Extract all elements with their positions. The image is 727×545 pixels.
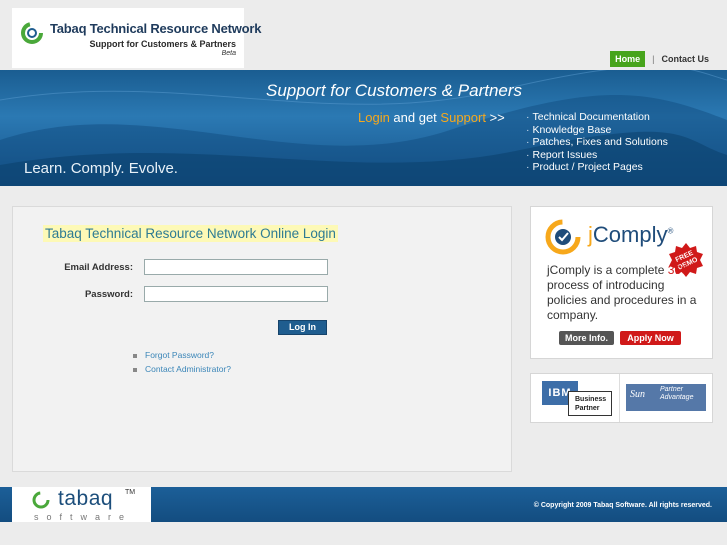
sun-line-1: Partner: [660, 386, 683, 393]
partner-divider: [619, 374, 620, 422]
ring-logo-icon: [21, 22, 43, 44]
footer-logo[interactable]: tabaq TM software: [12, 487, 151, 523]
top-nav: Home | Contact Us: [610, 51, 709, 67]
password-label: Password:: [84, 289, 133, 300]
tabaq-ring-icon: [32, 491, 50, 509]
email-label: Email Address:: [64, 262, 133, 273]
jcomply-ad: jComply® FREE DEMO jComply is a complete…: [530, 206, 713, 359]
apply-now-button[interactable]: Apply Now: [620, 331, 681, 345]
page: Tabaq Technical Resource Network Support…: [0, 0, 727, 545]
sun-logo-text: Sun: [630, 389, 645, 400]
banner-link[interactable]: Knowledge Base: [526, 124, 668, 137]
nav-home-link[interactable]: Home: [610, 51, 646, 67]
cta-support-link[interactable]: Support: [440, 110, 486, 125]
login-title: Tabaq Technical Resource Network Online …: [43, 225, 338, 242]
sun-line-2: Advantage: [660, 394, 694, 401]
copyright-text: © Copyright 2009 Tabaq Software. All rig…: [533, 502, 712, 509]
hero-banner: Support for Customers & Partners Login a…: [0, 70, 727, 186]
desc-after: process of introducing policies and proc…: [547, 278, 697, 322]
password-field[interactable]: [144, 286, 328, 302]
footer-logo-sub: software: [34, 512, 133, 522]
nav-contact-link[interactable]: Contact Us: [661, 54, 709, 64]
banner-tagline: Learn. Comply. Evolve.: [24, 160, 178, 177]
ibm-line-2: Partner: [575, 405, 600, 412]
footer-logo-word: tabaq: [58, 487, 114, 510]
cta-login-link[interactable]: Login: [358, 110, 390, 125]
banner-headline: Support for Customers & Partners: [266, 81, 523, 100]
login-panel: Tabaq Technical Resource Network Online …: [12, 206, 512, 472]
cta-middle-text: and get: [389, 110, 441, 125]
site-logo[interactable]: Tabaq Technical Resource Network Support…: [12, 8, 261, 68]
jcomply-logo-icon: [545, 219, 581, 255]
logo-beta: Beta: [221, 50, 236, 57]
header: Tabaq Technical Resource Network Support…: [0, 0, 727, 70]
registered-mark: ®: [667, 226, 674, 236]
contact-admin-link[interactable]: Contact Administrator?: [133, 362, 231, 376]
ibm-line-1: Business: [575, 396, 607, 403]
banner-link-list: Technical Documentation Knowledge Base P…: [526, 111, 668, 174]
logo-subtitle: Support for Customers & Partners: [89, 39, 236, 49]
jcomply-title: jComply®: [588, 222, 673, 248]
jcomply-description: jComply is a complete 360 process of int…: [547, 263, 707, 323]
banner-cta: Login and get Support >>: [358, 110, 505, 125]
jcomply-title-rest: Comply: [592, 222, 668, 247]
cta-arrow: >>: [485, 110, 505, 125]
forgot-password-link[interactable]: Forgot Password?: [133, 348, 231, 362]
email-field[interactable]: [144, 259, 328, 275]
desc-before: jComply is a complete: [547, 263, 668, 277]
desc-highlight: 360: [667, 263, 688, 277]
banner-link[interactable]: Patches, Fixes and Solutions: [526, 136, 668, 149]
partner-logos: IBM Business Partner Sun Partner Advantage: [530, 373, 713, 423]
login-button[interactable]: Log In: [278, 320, 327, 335]
nav-separator: |: [652, 54, 655, 64]
help-link-list: Forgot Password? Contact Administrator?: [133, 348, 231, 376]
bottom-strip: [0, 522, 727, 545]
sun-text: Partner Advantage: [660, 386, 693, 402]
footer-logo-tm: TM: [125, 489, 136, 496]
banner-link[interactable]: Report Issues: [526, 149, 668, 162]
sun-partner-logo[interactable]: Sun Partner Advantage: [626, 384, 706, 411]
logo-title: Tabaq Technical Resource Network: [50, 21, 262, 36]
banner-link[interactable]: Product / Project Pages: [526, 161, 668, 174]
ibm-partner-logo[interactable]: IBM Business Partner: [542, 381, 612, 417]
ibm-label: Business Partner: [568, 391, 612, 416]
more-info-button[interactable]: More Info.: [559, 331, 614, 345]
banner-link[interactable]: Technical Documentation: [526, 111, 668, 124]
